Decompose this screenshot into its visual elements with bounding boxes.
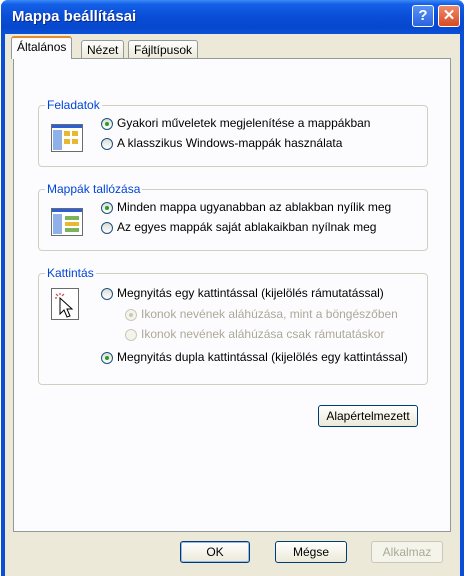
tab-file-types[interactable]: Fájltípusok <box>128 40 199 58</box>
radio-underline-browser <box>125 309 137 321</box>
option-double-click[interactable]: Megnyitás dupla kattintással (kijelölés … <box>117 350 408 364</box>
pointer-click-icon <box>51 288 79 320</box>
option-underline-browser: Ikonok nevének aláhúzása, mint a böngész… <box>141 307 398 321</box>
tab-general[interactable]: Általános <box>11 36 73 59</box>
browse-window-icon <box>51 208 83 236</box>
option-underline-hover: Ikonok nevének aláhúzása csak rámutatásk… <box>141 327 385 341</box>
radio-same-window[interactable] <box>101 202 113 214</box>
tab-panel-general: Feladatok Gyakori műveletek megjelenítés… <box>13 58 451 532</box>
option-single-click[interactable]: Megnyitás egy kattintással (kijelölés rá… <box>117 286 384 300</box>
tasks-folder-icon <box>51 124 83 152</box>
tasks-group: Feladatok Gyakori műveletek megjelenítés… <box>38 98 428 167</box>
dialog-client: Általános Nézet Fájltípusok Feladatok Gy… <box>5 34 460 576</box>
window-title: Mappa beállításai <box>12 8 137 25</box>
tasks-group-label: Feladatok <box>45 98 102 112</box>
click-group-label: Kattintás <box>45 266 96 280</box>
option-same-window[interactable]: Minden mappa ugyanabban az ablakban nyíl… <box>117 200 391 214</box>
option-show-common-tasks[interactable]: Gyakori műveletek megjelenítése a mappák… <box>117 116 370 130</box>
title-bar[interactable]: Mappa beállításai ? ✕ <box>1 0 464 34</box>
option-classic-folders[interactable]: A klasszikus Windows-mappák használata <box>117 136 342 150</box>
apply-button: Alkalmaz <box>371 541 443 563</box>
browse-group: Mappák tallózása Minden mappa ugyanabban… <box>38 182 428 251</box>
dialog-window: Mappa beállításai ? ✕ Általános Nézet Fá… <box>1 0 464 576</box>
radio-underline-hover <box>125 329 137 341</box>
radio-classic-folders[interactable] <box>101 138 113 150</box>
tab-view[interactable]: Nézet <box>81 40 125 58</box>
cancel-button[interactable]: Mégse <box>275 541 347 563</box>
radio-single-click[interactable] <box>101 288 113 300</box>
click-group: Kattintás Megnyitás egy kattintással (ki… <box>38 266 428 385</box>
ok-button[interactable]: OK <box>180 541 250 563</box>
radio-own-window[interactable] <box>101 222 113 234</box>
browse-group-label: Mappák tallózása <box>45 182 143 196</box>
radio-show-common-tasks[interactable] <box>101 118 113 130</box>
option-own-window[interactable]: Az egyes mappák saját ablakaikban nyílna… <box>117 220 376 234</box>
restore-defaults-button[interactable]: Alapértelmezett <box>318 405 418 427</box>
close-button[interactable]: ✕ <box>438 5 460 27</box>
radio-double-click[interactable] <box>101 352 113 364</box>
help-button[interactable]: ? <box>412 5 434 27</box>
